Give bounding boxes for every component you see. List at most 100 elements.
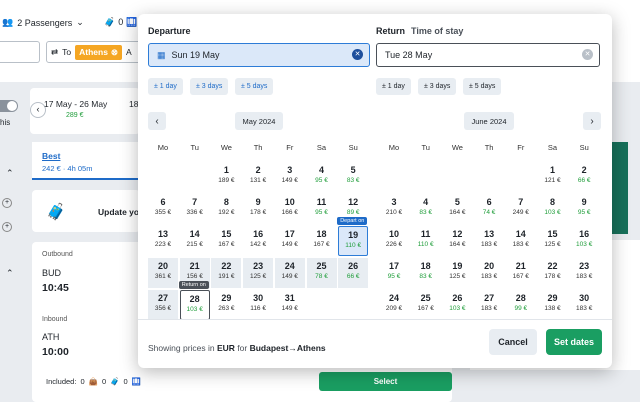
- calendar-day-may-15[interactable]: 15 167 €: [211, 226, 241, 256]
- calendar-day-june-27[interactable]: 27 183 €: [474, 290, 504, 320]
- inc1-count: 0: [80, 377, 85, 386]
- remove-icon[interactable]: ⊗: [111, 47, 118, 58]
- calendar-day-june-17[interactable]: 17 95 €: [379, 258, 409, 288]
- calendar-day-june-5[interactable]: 5 164 €: [442, 194, 472, 224]
- calendar-day-june-25[interactable]: 25 167 €: [411, 290, 441, 320]
- bags-selector[interactable]: 🧳 0 🛄: [104, 17, 137, 28]
- calendar-day-june-8[interactable]: 8 103 €: [538, 194, 568, 224]
- calendar-day-june-23[interactable]: 23 183 €: [569, 258, 599, 288]
- flex-chip-3-days[interactable]: ± 3 days: [190, 78, 229, 95]
- plus-icon[interactable]: +: [2, 222, 12, 232]
- toggle-switch[interactable]: [0, 100, 18, 112]
- calendar-day-june-6[interactable]: 6 74 €: [474, 194, 504, 224]
- flex-chip-5-days[interactable]: ± 5 days: [235, 78, 274, 95]
- calendar-day-may-25[interactable]: 25 78 €: [306, 258, 337, 288]
- day-number: 20: [157, 261, 168, 271]
- cancel-button[interactable]: Cancel: [489, 329, 537, 355]
- calendar-day-may-22[interactable]: 22 191 €: [211, 258, 242, 288]
- calendar-day-may-24[interactable]: 24 149 €: [274, 258, 305, 288]
- flex-chip-3-days[interactable]: ± 3 days: [418, 78, 457, 95]
- footer-mid: for: [234, 343, 250, 353]
- calendar-day-may-30[interactable]: 30 116 €: [243, 290, 273, 320]
- calendar-day-may-1[interactable]: 1 189 €: [211, 162, 241, 192]
- calendar-day-may-26[interactable]: 26 66 €: [338, 258, 369, 288]
- calendar-day-june-13[interactable]: 13 183 €: [474, 226, 504, 256]
- calendar-day-may-31[interactable]: 31 149 €: [275, 290, 305, 320]
- time-of-stay-tab[interactable]: Time of stay: [411, 26, 463, 36]
- chevron-up-icon[interactable]: ⌃: [6, 168, 14, 179]
- calendar-day-june-30[interactable]: 30 183 €: [569, 290, 599, 320]
- calendar-day-june-22[interactable]: 22 178 €: [538, 258, 568, 288]
- flex-chip-1-day[interactable]: ± 1 day: [148, 78, 183, 95]
- set-dates-button[interactable]: Set dates: [546, 329, 602, 355]
- clear-icon[interactable]: ✕: [582, 49, 593, 60]
- weekday-label: We: [220, 143, 232, 152]
- calendar-day-june-14[interactable]: 14 183 €: [506, 226, 536, 256]
- calendar-day-june-19[interactable]: 19 125 €: [442, 258, 472, 288]
- calendar-day-may-10[interactable]: 10 166 €: [275, 194, 305, 224]
- calendar-day-may-17[interactable]: 17 149 €: [275, 226, 305, 256]
- swap-icon[interactable]: ⇄: [51, 47, 58, 58]
- destination-field[interactable]: ⇄ To Athens ⊗ A: [46, 41, 142, 63]
- calendar-day-june-16[interactable]: 16 103 €: [569, 226, 599, 256]
- calendar-day-may-3[interactable]: 3 149 €: [275, 162, 305, 192]
- day-number: 16: [253, 229, 264, 239]
- plus-icon[interactable]: +: [2, 198, 12, 208]
- departure-input[interactable]: ▦ Sun 19 May ✕: [148, 43, 370, 67]
- calendar-day-june-28[interactable]: 28 99 €: [506, 290, 536, 320]
- calendar-day-may-8[interactable]: 8 192 €: [211, 194, 241, 224]
- calendar-day-may-6[interactable]: 6 355 €: [148, 194, 178, 224]
- flex-chip-1-day[interactable]: ± 1 day: [376, 78, 411, 95]
- calendar-day-may-19[interactable]: 19 110 €: [338, 226, 369, 256]
- calendar-day-june-7[interactable]: 7 249 €: [506, 194, 536, 224]
- weekday-label: Fr: [517, 143, 525, 152]
- date-range-label[interactable]: 17 May - 26 May: [44, 99, 107, 109]
- calendar-day-may-7[interactable]: 7 336 €: [180, 194, 210, 224]
- day-number: 31: [284, 293, 295, 303]
- calendar-day-may-18[interactable]: 18 167 €: [307, 226, 337, 256]
- calendar-day-june-2[interactable]: 2 66 €: [569, 162, 599, 192]
- calendar-day-june-11[interactable]: 11 110 €: [411, 226, 441, 256]
- calendar-day-june-18[interactable]: 18 83 €: [411, 258, 441, 288]
- calendar-day-june-1[interactable]: 1 121 €: [538, 162, 568, 192]
- calendar-day-june-4[interactable]: 4 83 €: [411, 194, 441, 224]
- return-input[interactable]: Tue 28 May ✕: [376, 43, 600, 67]
- calendar-day-may-9[interactable]: 9 178 €: [243, 194, 273, 224]
- prev-month-button[interactable]: ‹: [148, 112, 166, 130]
- day-number: 26: [348, 261, 359, 271]
- tab-best-sub: 242 € · 4h 05m: [42, 164, 93, 173]
- calendar-day-may-4[interactable]: 4 95 €: [307, 162, 337, 192]
- destination-chip[interactable]: Athens ⊗: [75, 44, 123, 60]
- calendar-day-june-12[interactable]: 12 164 €: [442, 226, 472, 256]
- calendar-day-may-20[interactable]: 20 361 €: [148, 258, 178, 288]
- tab-best[interactable]: Best: [42, 151, 60, 161]
- calendar-day-june-21[interactable]: 21 167 €: [506, 258, 536, 288]
- calendar-day-june-26[interactable]: 26 103 €: [442, 290, 472, 320]
- clear-icon[interactable]: ✕: [352, 49, 363, 60]
- calendar-day-may-5[interactable]: 5 83 €: [338, 162, 368, 192]
- select-button[interactable]: Select: [319, 372, 452, 391]
- calendar-day-may-29[interactable]: 29 263 €: [211, 290, 241, 320]
- calendar-day-may-14[interactable]: 14 215 €: [180, 226, 210, 256]
- chevron-up-icon[interactable]: ⌃: [6, 268, 14, 279]
- calendar-day-may-2[interactable]: 2 131 €: [243, 162, 273, 192]
- ad-banner[interactable]: [612, 142, 628, 234]
- calendar-day-june-9[interactable]: 9 95 €: [569, 194, 599, 224]
- calendar-day-may-11[interactable]: 11 95 €: [307, 194, 337, 224]
- calendar-day-june-15[interactable]: 15 125 €: [538, 226, 568, 256]
- passengers-selector[interactable]: 👥 2 Passengers ⌄: [2, 17, 84, 28]
- calendar-day-june-20[interactable]: 20 183 €: [474, 258, 504, 288]
- calendar-day-june-3[interactable]: 3 210 €: [379, 194, 409, 224]
- day-number: 21: [189, 261, 200, 271]
- calendar-day-may-23[interactable]: 23 125 €: [243, 258, 274, 288]
- origin-field[interactable]: [0, 41, 40, 63]
- calendar-day-june-24[interactable]: 24 209 €: [379, 290, 409, 320]
- calendar-day-june-29[interactable]: 29 138 €: [538, 290, 568, 320]
- flex-chip-5-days[interactable]: ± 5 days: [463, 78, 502, 95]
- calendar-day-may-28[interactable]: 28 103 €: [179, 290, 210, 320]
- calendar-day-may-13[interactable]: 13 223 €: [148, 226, 178, 256]
- calendar-day-may-16[interactable]: 16 142 €: [243, 226, 273, 256]
- calendar-day-june-10[interactable]: 10 226 €: [379, 226, 409, 256]
- next-month-button[interactable]: ›: [583, 112, 601, 130]
- calendar-day-may-27[interactable]: 27 356 €: [148, 290, 178, 320]
